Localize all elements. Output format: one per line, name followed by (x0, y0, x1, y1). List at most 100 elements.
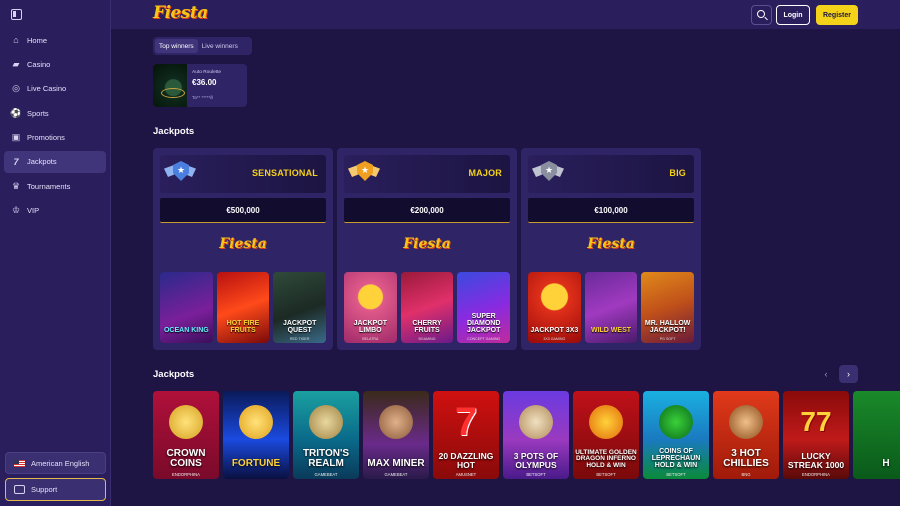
sidebar-item-tournaments[interactable]: ♛ Tournaments (4, 175, 106, 197)
game-tile[interactable]: JACKPOT LIMBO BELATRA (344, 272, 397, 343)
home-icon: ⌂ (13, 35, 19, 45)
game-provider: BETSOFT (666, 472, 686, 477)
blue-shield-badge-icon: ★ (163, 157, 197, 190)
jackpot-name: MAJOR (468, 168, 502, 178)
support-button[interactable]: Support (5, 478, 106, 501)
game-title: OCEAN KING (163, 327, 209, 334)
sidebar-item-label: Live Casino (27, 84, 67, 94)
login-button[interactable]: Login (776, 5, 810, 25)
sidebar-item-jackpots[interactable]: 7 Jackpots (4, 150, 106, 173)
jackpot-games: OCEAN KING HOT FIRE FRUITS JACKPOT QUEST… (160, 272, 327, 343)
language-label: American English (31, 458, 90, 468)
tab-top-winners[interactable]: Top winners (155, 39, 198, 53)
trophy-icon: ♛ (11, 180, 21, 191)
language-selector[interactable]: American English (5, 452, 106, 474)
jackpot-header: ★ MAJOR (344, 155, 510, 193)
sidebar-item-home[interactable]: ⌂ Home (4, 29, 106, 51)
chevron-left-icon[interactable]: ‹ (820, 367, 832, 381)
sidebar-item-vip[interactable]: ♔ VIP (4, 200, 106, 222)
gold-shield-badge-icon: ★ (347, 157, 381, 190)
game-title: MAX MINER (367, 458, 425, 469)
chevron-right-icon[interactable]: › (839, 365, 858, 383)
game-tile[interactable]: 3 POTS OF OLYMPUS BETSOFT (503, 391, 569, 479)
roulette-icon: ◎ (12, 83, 20, 94)
game-tile[interactable]: JACKPOT 3X3 3X3 GAMING (528, 272, 581, 343)
jackpot-name: SENSATIONAL (251, 168, 318, 178)
game-title: JACKPOT 3X3 (530, 327, 579, 334)
game-tile[interactable]: CHERRY FRUITS BGAMING (400, 272, 454, 343)
fiesta-logo[interactable]: Fiesta (153, 3, 208, 23)
gift-icon: ▣ (11, 132, 21, 143)
game-title: MR. HALLOW JACKPOT! (644, 320, 691, 334)
cards-icon: ▰ (12, 58, 20, 69)
game-title: TRITON'S REALM (302, 448, 350, 469)
tab-live-winners[interactable]: Live winners (198, 39, 242, 53)
winner-username: Ta** *****ill (192, 95, 214, 100)
crown-icon: ♔ (11, 205, 21, 216)
game-title: LUCKY STREAK 1000 (787, 451, 845, 470)
game-tile[interactable]: 3 HOT CHILLIES BNG (713, 391, 779, 479)
us-flag-icon (14, 459, 25, 467)
game-title: 3 POTS OF OLYMPUS (513, 451, 559, 470)
jackpot-header: ★ SENSATIONAL (160, 155, 326, 193)
game-title: H (882, 458, 890, 469)
game-tile[interactable]: TRITON'S REALM GAMEBEAT (293, 391, 359, 479)
jackpot-card-sensational: ★ SENSATIONAL €500,000 Fiesta OCEAN KING… (153, 148, 333, 350)
jackpot-amount: €500,000 (160, 198, 326, 223)
game-tile[interactable]: JACKPOT QUEST RED TIGER (273, 272, 327, 343)
winner-amount: €36.00 (192, 78, 217, 87)
game-provider: ENDORPHINA (802, 472, 830, 477)
game-title: HOT FIRE FRUITS (226, 320, 260, 334)
sidebar-item-casino[interactable]: ▰ Casino (4, 53, 106, 75)
game-tile[interactable]: HOT FIRE FRUITS (216, 272, 270, 343)
winner-game-name: Auto Roulette (192, 70, 222, 75)
game-tile[interactable]: COINS OF LEPRECHAUN HOLD & WIN BETSOFT (643, 391, 709, 479)
game-title: JACKPOT QUEST (282, 320, 317, 334)
game-tile[interactable]: FORTUNE (223, 391, 289, 479)
game-title: 3 HOT CHILLIES (723, 448, 769, 469)
sidebar-item-label: VIP (27, 206, 40, 216)
sidebar-item-live-casino[interactable]: ◎ Live Casino (4, 78, 106, 100)
sidebar-item-label: Casino (27, 59, 51, 69)
game-title: 20 DAZZLING HOT (438, 451, 494, 470)
game-tile[interactable]: 77 LUCKY STREAK 1000 ENDORPHINA (783, 391, 849, 479)
game-tile[interactable]: WILD WEST (584, 272, 638, 343)
sidebar-item-label: Sports (27, 108, 49, 118)
register-button[interactable]: Register (816, 5, 858, 25)
game-title: FORTUNE (231, 458, 281, 469)
top-header: Fiesta Login Register (111, 0, 900, 29)
game-title: CROWN COINS (166, 448, 206, 469)
game-title: JACKPOT LIMBO (353, 320, 388, 334)
game-provider: 3X3 GAMING (543, 337, 566, 341)
sidebar-item-label: Promotions (27, 133, 65, 143)
silver-shield-badge-icon: ★ (531, 157, 565, 190)
sidebar-item-label: Home (27, 35, 48, 45)
sidebar-toggle-icon[interactable] (11, 9, 22, 20)
sidebar-item-promotions[interactable]: ▣ Promotions (4, 127, 106, 149)
game-tile[interactable]: MAX MINER GAMEBEAT (363, 391, 429, 479)
jackpot-header: ★ BIG (528, 155, 694, 193)
fiesta-logo: Fiesta (403, 236, 451, 252)
game-provider: BGAMING (418, 337, 436, 341)
game-provider: BNG (741, 472, 751, 477)
jackpots-section-title: Jackpots (153, 126, 195, 137)
game-tile[interactable]: CROWN COINS ENDORPHINA (153, 391, 219, 479)
game-provider: BETSOFT (526, 472, 546, 477)
game-tile[interactable]: SUPER DIAMOND JACKPOT CONCEPT GAMING (457, 272, 511, 343)
game-title: CHERRY FRUITS (412, 320, 442, 334)
jackpot-name: BIG (669, 168, 686, 178)
winner-card[interactable]: Auto Roulette €36.00 Ta** *****ill (153, 64, 247, 107)
chat-icon (14, 485, 25, 494)
game-title: ULTIMATE GOLDEN DRAGON INFERNO HOLD & WI… (575, 448, 637, 469)
game-tile[interactable]: 7 20 DAZZLING HOT AMUSNET (433, 391, 499, 479)
sidebar-item-sports[interactable]: ⚽ Sports (4, 102, 106, 124)
game-tile[interactable]: ULTIMATE GOLDEN DRAGON INFERNO HOLD & WI… (573, 391, 639, 479)
game-tile[interactable]: OCEAN KING (160, 272, 213, 343)
game-tile[interactable]: H (853, 391, 900, 479)
roulette-thumbnail (153, 64, 187, 107)
game-tile[interactable]: MR. HALLOW JACKPOT! PG SOFT (641, 272, 695, 343)
game-provider: ENDORPHINA (172, 472, 200, 477)
game-title: SUPER DIAMOND JACKPOT (466, 313, 501, 334)
search-button[interactable] (751, 5, 772, 25)
soccer-ball-icon: ⚽ (10, 107, 22, 118)
